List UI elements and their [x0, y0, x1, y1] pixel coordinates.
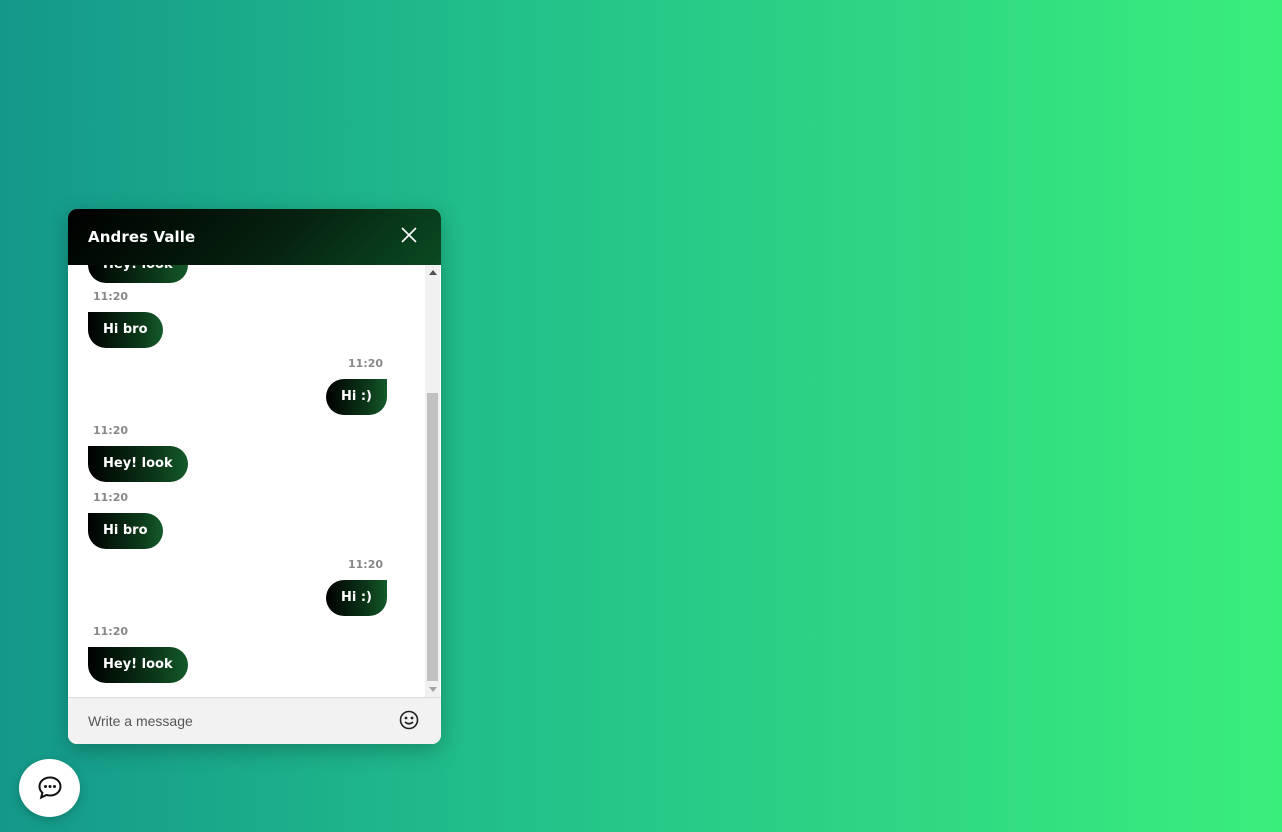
message-bubble-outgoing: Hi :) — [325, 580, 387, 616]
message-bubble-incoming: Hey! look — [88, 446, 188, 482]
chat-header: Andres Valle — [68, 209, 441, 265]
chat-launcher-button[interactable] — [19, 759, 80, 817]
chat-window: Andres Valle Hey! look 11:20 Hi bro 11:2… — [68, 209, 441, 744]
chat-title: Andres Valle — [88, 228, 196, 246]
message-bubble-incoming: Hi bro — [88, 312, 163, 348]
messages-scrollbar[interactable] — [425, 265, 440, 697]
message-timestamp: 11:20 — [93, 625, 129, 638]
message-timestamp: 11:20 — [347, 558, 383, 571]
scrollbar-thumb[interactable] — [427, 393, 438, 681]
message-timestamp: 11:20 — [93, 491, 129, 504]
message-timestamp: 11:20 — [93, 424, 129, 437]
message-bubble-incoming: Hi bro — [88, 513, 163, 549]
message-input[interactable] — [88, 710, 378, 732]
messages-area[interactable]: Hey! look 11:20 Hi bro 11:20 Hi :) 11:20… — [68, 265, 441, 697]
close-icon — [401, 227, 417, 243]
message-timestamp: 11:20 — [347, 357, 383, 370]
message-bubble-outgoing: Hi :) — [325, 379, 387, 415]
messages-list: Hey! look 11:20 Hi bro 11:20 Hi :) 11:20… — [68, 265, 425, 697]
message-bubble-incoming: Hey! look — [88, 647, 188, 683]
chat-bubble-icon — [38, 776, 62, 800]
message-bubble-incoming: Hey! look — [88, 265, 188, 283]
scroll-up-arrow-icon[interactable] — [429, 270, 437, 275]
close-button[interactable] — [399, 225, 419, 245]
message-timestamp: 11:20 — [93, 290, 129, 303]
scroll-down-arrow-icon[interactable] — [429, 687, 437, 692]
message-composer — [68, 697, 441, 744]
emoji-button[interactable] — [399, 710, 419, 730]
smiley-face-icon — [399, 710, 419, 730]
